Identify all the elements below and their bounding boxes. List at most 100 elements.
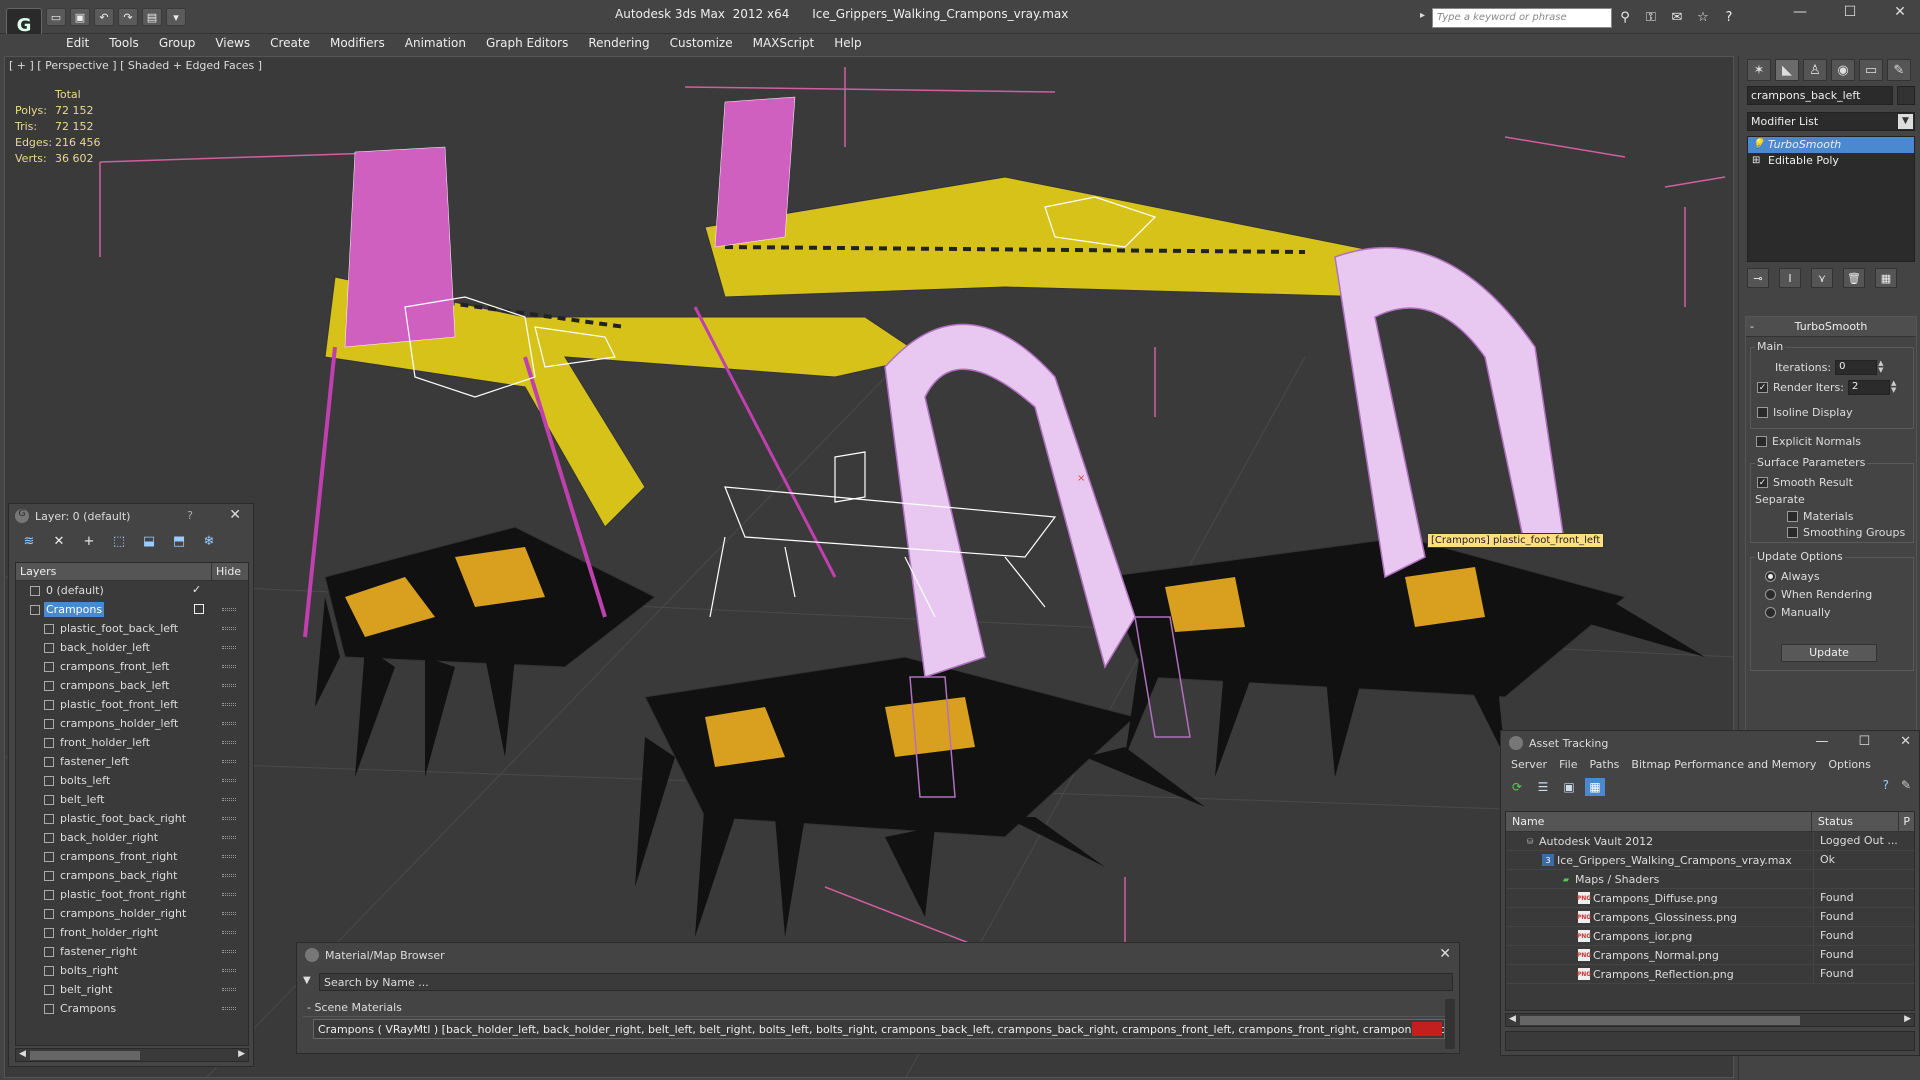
asset-row[interactable]: ⛁ Autodesk Vault 2012 Logged Out ... (1506, 832, 1914, 851)
binoculars-icon[interactable]: ⚲ (1615, 8, 1635, 26)
path-column-header[interactable]: P (1899, 812, 1914, 831)
menu-views[interactable]: Views (205, 34, 260, 54)
search-arrow-icon[interactable]: ▸ (1420, 10, 1425, 21)
hide-toggle[interactable] (222, 874, 236, 877)
layer-row[interactable]: crampons_front_left (16, 657, 248, 676)
settings-icon[interactable]: ✎ (1901, 778, 1911, 792)
close-icon[interactable]: ✕ (229, 507, 241, 523)
collapse-icon[interactable]: - (1750, 317, 1754, 337)
layer-row[interactable]: crampons_holder_left (16, 714, 248, 733)
asset-horizontal-scrollbar[interactable]: ◀ ▶ (1505, 1013, 1915, 1027)
layer-row[interactable]: belt_left (16, 790, 248, 809)
refresh-icon[interactable]: ⟳ (1507, 778, 1527, 796)
spinner-arrows-icon[interactable]: ▲ ▼ (1878, 360, 1886, 375)
hide-toggle[interactable] (222, 988, 236, 991)
iterations-spinner[interactable]: 0 (1835, 360, 1878, 375)
chevron-down-icon[interactable]: ▼ (1898, 114, 1913, 129)
menu-tools[interactable]: Tools (99, 34, 149, 54)
materials-checkbox[interactable] (1787, 511, 1798, 522)
maximize-icon[interactable]: ☐ (1858, 734, 1870, 749)
menu-customize[interactable]: Customize (660, 34, 743, 54)
asset-menu-file[interactable]: File (1553, 755, 1583, 775)
hide-toggle[interactable] (222, 912, 236, 915)
scene-render[interactable]: × (5, 57, 1734, 1078)
hide-toggle[interactable] (222, 1007, 236, 1010)
scrollbar-thumb[interactable] (30, 1051, 140, 1060)
show-end-result-icon[interactable]: Ⅰ (1779, 268, 1801, 288)
expand-plus-icon[interactable]: ⊞ (1752, 153, 1760, 169)
project-folder-icon[interactable]: ▤ (142, 8, 162, 26)
asset-row[interactable]: PNG Crampons_Reflection.png Found (1506, 965, 1914, 984)
save-icon[interactable]: ▣ (70, 8, 90, 26)
layer-row[interactable]: bolts_right (16, 961, 248, 980)
minimize-icon[interactable]: — (1790, 4, 1810, 24)
always-radio[interactable] (1765, 571, 1776, 582)
hide-toggle[interactable] (222, 855, 236, 858)
menu-help[interactable]: Help (824, 34, 871, 54)
close-icon[interactable]: ✕ (1890, 4, 1910, 24)
hide-toggle[interactable] (222, 893, 236, 896)
layer-row[interactable]: crampons_front_right (16, 847, 248, 866)
hide-toggle[interactable] (222, 665, 236, 668)
layers-column-header[interactable]: Layers (16, 563, 212, 580)
menu-modifiers[interactable]: Modifiers (320, 34, 395, 54)
menu-rendering[interactable]: Rendering (578, 34, 659, 54)
hide-toggle[interactable] (222, 817, 236, 820)
open-file-icon[interactable]: ▭ (46, 8, 66, 26)
layer-row[interactable]: plastic_foot_front_right (16, 885, 248, 904)
object-color-swatch[interactable] (1897, 86, 1915, 105)
favorites-star-icon[interactable]: ☆ (1693, 8, 1713, 26)
delete-layer-icon[interactable]: ✕ (47, 531, 71, 551)
hide-toggle[interactable] (222, 722, 236, 725)
set-current-layer-box[interactable] (194, 604, 204, 614)
modify-tab-icon[interactable]: ◣ (1775, 59, 1799, 81)
smoothing-groups-checkbox[interactable] (1787, 527, 1798, 538)
layer-row[interactable]: front_holder_right (16, 923, 248, 942)
asset-row[interactable]: PNG Crampons_Diffuse.png Found (1506, 889, 1914, 908)
asset-row[interactable]: ▰ Maps / Shaders (1506, 870, 1914, 889)
layer-row[interactable]: Crampons (16, 600, 248, 619)
utilities-tab-icon[interactable]: ✎ (1887, 59, 1911, 81)
active-layer-check-icon[interactable]: ✓ (192, 583, 201, 596)
asset-tracking-titlebar[interactable]: Asset Tracking — ☐ ✕ (1501, 731, 1919, 755)
table-view-icon[interactable]: ▦ (1585, 778, 1605, 796)
smooth-result-checkbox[interactable]: ✓ (1757, 477, 1768, 488)
layer-row[interactable]: bolts_left (16, 771, 248, 790)
pin-stack-icon[interactable]: ⊸ (1747, 268, 1769, 288)
layer-row[interactable]: plastic_foot_front_left (16, 695, 248, 714)
hide-toggle[interactable] (222, 950, 236, 953)
layer-row[interactable]: crampons_back_right (16, 866, 248, 885)
material-browser-titlebar[interactable]: Material/Map Browser ✕ (297, 943, 1459, 967)
explicit-normals-checkbox[interactable] (1756, 436, 1767, 447)
list-view-icon[interactable]: ☰ (1533, 778, 1553, 796)
layer-panel-titlebar[interactable]: G Layer: 0 (default) ? ✕ (9, 504, 253, 528)
isoline-checkbox[interactable] (1757, 407, 1768, 418)
motion-tab-icon[interactable]: ◉ (1831, 59, 1855, 81)
modifier-list-dropdown[interactable]: Modifier List ▼ (1747, 112, 1915, 131)
hide-toggle[interactable] (222, 608, 236, 611)
add-layer-icon[interactable]: + (77, 531, 101, 551)
asset-path-field[interactable] (1505, 1031, 1915, 1051)
quick-access-dropdown-icon[interactable]: ▾ (166, 8, 186, 26)
asset-row[interactable]: 3 Ice_Grippers_Walking_Crampons_vray.max O… (1506, 851, 1914, 870)
menu-edit[interactable]: Edit (56, 34, 99, 54)
viewport-label[interactable]: [ + ] [ Perspective ] [ Shaded + Edged F… (9, 59, 262, 72)
layer-row[interactable]: fastener_right (16, 942, 248, 961)
menu-create[interactable]: Create (260, 34, 320, 54)
spinner-arrows-icon[interactable]: ▲ ▼ (1891, 380, 1899, 395)
help-icon[interactable]: ? (187, 509, 193, 522)
hide-column-header[interactable]: Hide (212, 563, 245, 580)
material-item[interactable]: Crampons ( VRayMtl ) [back_holder_left, … (313, 1019, 1445, 1039)
asset-row[interactable]: PNG Crampons_Normal.png Found (1506, 946, 1914, 965)
thumbnail-view-icon[interactable]: ▣ (1559, 778, 1579, 796)
make-unique-icon[interactable]: ⋎ (1811, 268, 1833, 288)
status-column-header[interactable]: Status (1812, 812, 1900, 831)
hide-toggle[interactable] (222, 779, 236, 782)
hierarchy-tab-icon[interactable]: ♙ (1803, 59, 1827, 81)
chevron-right-icon[interactable]: ▶ (238, 1049, 245, 1059)
layer-row[interactable]: 0 (default) ✓ (16, 581, 248, 600)
asset-row[interactable]: PNG Crampons_Glossiness.png Found (1506, 908, 1914, 927)
chevron-left-icon[interactable]: ◀ (1509, 1014, 1516, 1024)
hide-toggle[interactable] (222, 627, 236, 630)
hide-toggle[interactable] (222, 684, 236, 687)
